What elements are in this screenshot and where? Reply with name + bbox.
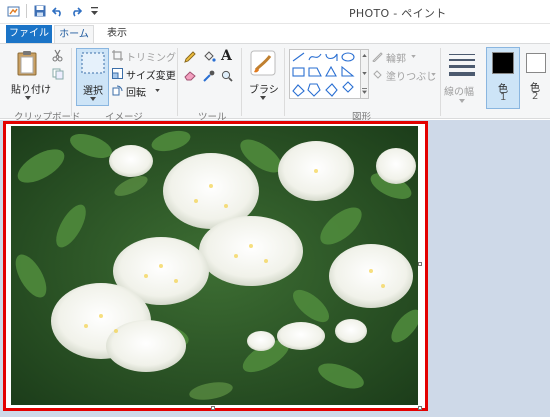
crop-icon xyxy=(112,50,123,61)
undo-icon[interactable] xyxy=(51,4,65,18)
eraser-icon[interactable] xyxy=(184,70,197,84)
title-bar: PHOTO - ペイント xyxy=(0,0,550,24)
chevron-down-icon xyxy=(260,96,266,100)
ribbon: 貼り付け クリップボード 選択 トリミング サイズ変更 回転 イメージ A ツー… xyxy=(0,43,550,123)
chevron-down-icon xyxy=(411,55,416,58)
paste-label: 貼り付け xyxy=(11,85,51,96)
rotate-label: 回転 xyxy=(126,88,146,99)
redo-icon[interactable] xyxy=(69,4,83,18)
save-icon[interactable] xyxy=(33,4,47,18)
brushes-button[interactable]: ブラシ xyxy=(246,48,280,106)
chevron-up-icon xyxy=(362,54,367,57)
window-title: PHOTO - ペイント xyxy=(349,7,447,20)
tab-view[interactable]: 表示 xyxy=(100,25,134,43)
customize-qat-icon[interactable] xyxy=(87,4,101,18)
outline-label: 輪郭 xyxy=(386,54,406,65)
ribbon-tabs: ファイル ホーム 表示 xyxy=(0,24,550,43)
chevron-down-icon xyxy=(90,97,96,101)
brush-icon xyxy=(250,50,276,76)
color1-number: 1 xyxy=(500,92,507,103)
quick-access-toolbar xyxy=(6,4,101,18)
text-tool-icon[interactable]: A xyxy=(221,48,232,64)
flower-photo xyxy=(11,126,418,405)
size-button[interactable]: 線の幅 xyxy=(444,48,480,112)
fill-label: 塗りつぶし xyxy=(386,72,437,83)
group-separator xyxy=(241,48,242,116)
color2-number: 2 xyxy=(532,91,539,102)
group-separator xyxy=(177,48,178,116)
magnifier-icon[interactable] xyxy=(221,70,233,85)
fill-button[interactable]: 塗りつぶし xyxy=(372,68,437,83)
shapes-gallery-icon xyxy=(292,52,355,97)
paint-app-icon[interactable] xyxy=(6,4,20,18)
color1-swatch xyxy=(492,52,514,74)
color-picker-icon[interactable] xyxy=(203,70,215,85)
resize-button[interactable]: サイズ変更 xyxy=(112,67,176,82)
resize-handle-corner[interactable] xyxy=(418,406,422,410)
chevron-down-icon xyxy=(459,99,465,103)
brushes-label: ブラシ xyxy=(249,85,279,96)
resize-label: サイズ変更 xyxy=(126,71,176,82)
color2-swatch xyxy=(526,53,546,73)
tab-home[interactable]: ホーム xyxy=(54,25,94,43)
crop-button[interactable]: トリミング xyxy=(112,49,176,64)
group-separator xyxy=(71,48,72,116)
qat-separator xyxy=(26,4,27,18)
chevron-down-icon xyxy=(431,73,436,76)
chevron-down-icon xyxy=(362,72,367,75)
shapes-scrollbar[interactable] xyxy=(361,49,369,99)
canvas-image[interactable] xyxy=(11,126,418,405)
selection-rect-icon xyxy=(81,52,105,74)
rotate-icon xyxy=(112,85,123,96)
line-width-icon xyxy=(449,54,475,76)
outline-button[interactable]: 輪郭 xyxy=(372,50,434,65)
fill-icon xyxy=(373,70,382,79)
chevron-down-icon xyxy=(25,96,31,100)
clipboard-icon xyxy=(17,51,37,76)
select-label: 選択 xyxy=(83,86,103,97)
tab-file[interactable]: ファイル xyxy=(6,25,52,43)
group-separator xyxy=(284,48,285,116)
expand-gallery-icon xyxy=(362,88,367,94)
chevron-down-icon xyxy=(155,89,160,92)
resize-icon xyxy=(112,68,123,79)
copy-icon[interactable] xyxy=(52,68,64,83)
outline-icon xyxy=(372,52,383,62)
fill-bucket-icon[interactable] xyxy=(203,51,216,66)
rotate-button[interactable]: 回転 xyxy=(112,84,162,99)
paste-button[interactable]: 貼り付け xyxy=(11,48,51,106)
group-separator xyxy=(440,48,441,116)
cut-icon[interactable] xyxy=(52,49,63,65)
pencil-icon[interactable] xyxy=(184,51,196,66)
color1-button[interactable]: 色 1 xyxy=(486,47,520,109)
shapes-gallery[interactable] xyxy=(289,49,361,99)
color2-button[interactable]: 色 2 xyxy=(522,47,550,109)
resize-handle-bottom[interactable] xyxy=(211,406,215,410)
canvas-area xyxy=(0,120,550,417)
size-label: 線の幅 xyxy=(444,87,474,98)
resize-handle-right[interactable] xyxy=(418,262,422,266)
crop-label: トリミング xyxy=(126,53,176,64)
select-button[interactable]: 選択 xyxy=(76,48,109,106)
